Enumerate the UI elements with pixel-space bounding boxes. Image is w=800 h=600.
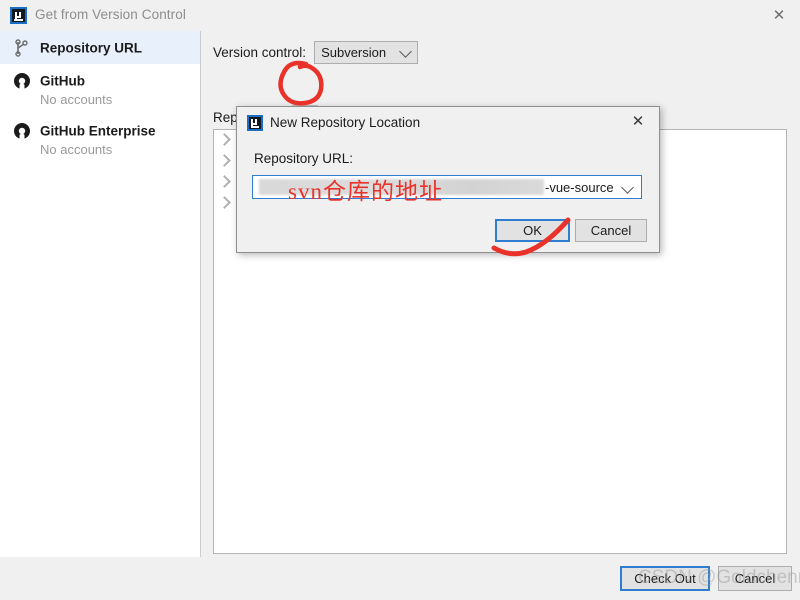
- cancel-button[interactable]: Cancel: [718, 566, 792, 591]
- intellij-logo-icon: [247, 115, 263, 131]
- app-window: Get from Version Control ✕ Repository UR…: [0, 0, 800, 600]
- chevron-down-icon[interactable]: [621, 181, 634, 194]
- sidebar-item-label: GitHub: [40, 73, 85, 88]
- dialog-cancel-button[interactable]: Cancel: [575, 219, 647, 242]
- version-control-row: Version control: Subversion: [213, 41, 419, 64]
- github-icon: [12, 71, 32, 91]
- redacted-url-text: [259, 179, 544, 195]
- close-icon[interactable]: ✕: [629, 113, 647, 131]
- version-control-value: Subversion: [321, 45, 387, 60]
- chevron-down-icon: [399, 45, 412, 58]
- branch-icon: [12, 38, 32, 58]
- dialog-footer: Check Out Cancel: [0, 557, 800, 600]
- chevron-right-icon[interactable]: [218, 196, 231, 209]
- window-title: Get from Version Control: [35, 7, 186, 22]
- dialog-title: New Repository Location: [270, 115, 421, 130]
- sidebar-item-github-enterprise[interactable]: GitHub Enterprise: [0, 114, 200, 147]
- ok-button[interactable]: OK: [495, 219, 570, 242]
- sidebar-item-repository-url[interactable]: Repository URL: [0, 31, 200, 64]
- repository-url-input[interactable]: -vue-source: [252, 175, 642, 199]
- new-repository-location-dialog: New Repository Location ✕ Repository URL…: [236, 106, 660, 253]
- chevron-right-icon[interactable]: [218, 133, 231, 146]
- version-control-select[interactable]: Subversion: [314, 41, 419, 64]
- dialog-titlebar: New Repository Location ✕: [237, 107, 659, 137]
- repository-url-label: Repository URL:: [254, 151, 354, 166]
- sidebar: Repository URL GitHub No accounts GitHub…: [0, 31, 201, 557]
- sidebar-item-label: Repository URL: [40, 40, 143, 55]
- close-icon[interactable]: ✕: [770, 7, 788, 25]
- version-control-label: Version control:: [213, 45, 307, 60]
- sidebar-item-github[interactable]: GitHub: [0, 64, 200, 97]
- repository-url-value: -vue-source: [545, 180, 614, 195]
- chevron-right-icon[interactable]: [218, 154, 231, 167]
- window-titlebar: Get from Version Control ✕: [0, 0, 800, 32]
- github-icon: [12, 121, 32, 141]
- sidebar-item-label: GitHub Enterprise: [40, 123, 156, 138]
- chevron-right-icon[interactable]: [218, 175, 231, 188]
- intellij-logo-icon: [10, 7, 27, 24]
- check-out-button[interactable]: Check Out: [620, 566, 710, 591]
